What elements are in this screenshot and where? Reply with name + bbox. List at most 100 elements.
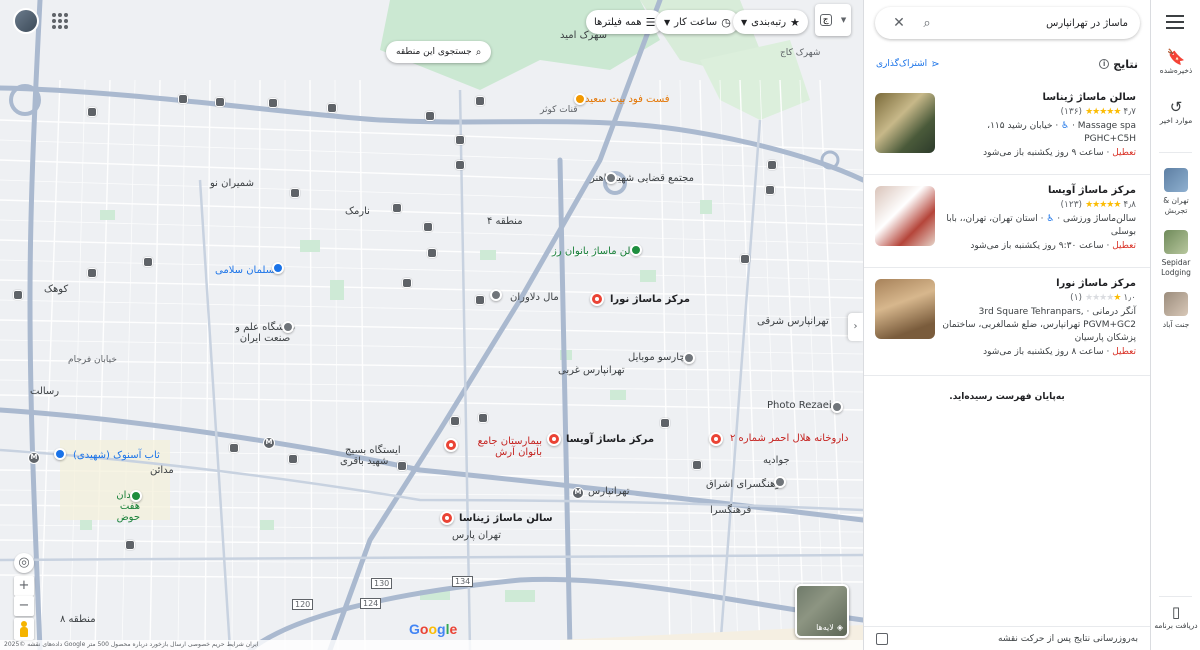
info-icon[interactable]: i: [1099, 59, 1110, 69]
search-this-area-button[interactable]: ⌕ جستجوی این منطقه: [386, 41, 492, 63]
result-pin-nora[interactable]: [590, 292, 604, 306]
bus-stop[interactable]: [125, 540, 135, 550]
university-pin-icon[interactable]: [282, 321, 294, 333]
map-label-javadie: جوادیه: [763, 455, 790, 466]
review-count: (۱): [1070, 293, 1083, 303]
bus-stop[interactable]: [475, 96, 485, 106]
map-label-hospital: بیمارستان جامع بانوان آرش: [477, 436, 542, 458]
bus-stop[interactable]: [765, 185, 775, 195]
result-pin-avisa[interactable]: [547, 432, 561, 446]
bus-stop[interactable]: [478, 413, 488, 423]
maps-app: شهرک امید شهرک کاج شمیران نو نارمک منطقه…: [0, 0, 1200, 650]
pharmacy-pin-icon[interactable]: [709, 432, 723, 446]
rail-saved[interactable]: 🔖 ذخیره‌شده: [1151, 50, 1200, 76]
poi-pin-icon[interactable]: [831, 401, 843, 413]
bus-stop[interactable]: [660, 418, 670, 428]
bus-stop[interactable]: [740, 254, 750, 264]
rail-get-app[interactable]: ▯ دریافت برنامه: [1151, 605, 1200, 631]
bus-stop[interactable]: [425, 111, 435, 121]
metro-station-icon[interactable]: M: [263, 437, 275, 449]
search-icon: ⌕: [475, 46, 482, 58]
poi-pin-icon[interactable]: [683, 352, 695, 364]
bus-stop[interactable]: [229, 443, 239, 453]
mall-pin-icon[interactable]: [272, 262, 284, 274]
bus-stop[interactable]: [427, 248, 437, 258]
map-canvas[interactable]: شهرک امید شهرک کاج شمیران نو نارمک منطقه…: [0, 0, 863, 650]
fastfood-pin-icon[interactable]: [574, 93, 586, 105]
search-box: ⌕ ✕: [875, 7, 1140, 39]
bus-stop[interactable]: [87, 107, 97, 117]
bus-stop[interactable]: [288, 454, 298, 464]
hospital-pin-icon[interactable]: [444, 438, 458, 452]
bus-stop[interactable]: [87, 268, 97, 278]
clock-icon: ◷: [721, 15, 731, 29]
result-pin-zhinasa[interactable]: [440, 511, 454, 525]
bus-stop[interactable]: [290, 188, 300, 198]
bus-stop[interactable]: [767, 160, 777, 170]
bus-stop[interactable]: [397, 461, 407, 471]
result-photo[interactable]: [875, 93, 935, 153]
layers-button[interactable]: ◈ لایه‌ها: [795, 584, 849, 638]
rating-chip[interactable]: ★ رتبه‌بندی ▼: [733, 10, 808, 34]
bus-stop[interactable]: [392, 203, 402, 213]
bus-stop[interactable]: [455, 135, 465, 145]
layers-label: لایه‌ها: [816, 623, 834, 632]
my-location-button[interactable]: ◎: [14, 553, 34, 573]
bus-stop[interactable]: [178, 94, 188, 104]
search-input[interactable]: [939, 17, 1128, 29]
salon-banovan-pin-icon[interactable]: [630, 244, 642, 256]
update-results-checkbox[interactable]: [876, 632, 888, 645]
poi-pin-icon[interactable]: [774, 476, 786, 488]
collapse-panel-button[interactable]: ›: [848, 313, 863, 341]
rail-tehran-exp[interactable]: تهران & تجربش: [1151, 168, 1200, 216]
metro-station-icon[interactable]: M: [572, 487, 584, 499]
apps-grid-icon[interactable]: [52, 13, 68, 29]
transport-layer-chip[interactable]: ج ▼: [815, 4, 851, 36]
haft-hoz-pin-icon[interactable]: [130, 490, 142, 502]
result-card[interactable]: مرکز ماساژ آویسا ۴٫۸ ★★★★★ (۱۲۳) سالن‌ما…: [864, 175, 1150, 268]
rail-jannat[interactable]: جنت آباد: [1151, 292, 1200, 330]
result-photo[interactable]: [875, 186, 935, 246]
bus-stop[interactable]: [327, 103, 337, 113]
result-name[interactable]: مرکز ماساژ آویسا: [938, 185, 1136, 196]
bus-stop[interactable]: [143, 257, 153, 267]
pegman-icon[interactable]: [14, 618, 34, 640]
zoom-out-button[interactable]: −: [14, 596, 34, 616]
bus-stop[interactable]: [215, 97, 225, 107]
zoom-in-button[interactable]: +: [14, 576, 34, 596]
tab-asnook-pin-icon[interactable]: [54, 448, 66, 460]
all-filters-chip[interactable]: ☰ همه فیلترها: [586, 10, 664, 34]
avatar[interactable]: [13, 8, 39, 34]
map-label-salam-mall: مسلمان سلامی: [215, 265, 280, 276]
metro-station-icon[interactable]: M: [28, 452, 40, 464]
rating-stars-icon: ★★★★★: [1085, 293, 1121, 303]
bus-stop[interactable]: [268, 98, 278, 108]
bus-stop[interactable]: [423, 222, 433, 232]
bus-stop[interactable]: [455, 160, 465, 170]
bus-stop[interactable]: [402, 278, 412, 288]
result-name[interactable]: سالن ماساژ ژیناسا: [938, 92, 1136, 103]
status-closed: تعطیل: [1112, 347, 1136, 357]
rail-sepidar[interactable]: Sepidar Lodging: [1151, 230, 1200, 278]
map-label-shahrak-kaj: شهرک کاج: [780, 48, 821, 58]
bus-stop[interactable]: [692, 460, 702, 470]
result-card[interactable]: مرکز ماساژ نورا ۱٫۰ ★★★★★ (۱) آنگر درمان…: [864, 268, 1150, 376]
share-button[interactable]: ⋖ اشتراک‌گذاری: [876, 59, 940, 70]
crosshair-icon: ◎: [18, 555, 30, 570]
result-card[interactable]: سالن ماساژ ژیناسا ۴٫۷ ★★★★★ (۱۳۶) Massag…: [864, 82, 1150, 175]
bus-stop[interactable]: [13, 290, 23, 300]
bus-stop[interactable]: [450, 416, 460, 426]
rail-recent[interactable]: ↺ موارد اخیر: [1151, 100, 1200, 126]
result-name[interactable]: مرکز ماساژ نورا: [938, 278, 1136, 289]
close-icon[interactable]: ✕: [887, 15, 911, 31]
menu-icon[interactable]: [1166, 15, 1184, 29]
bus-stop[interactable]: [475, 295, 485, 305]
map-label-shahran-no: شمیران نو: [210, 178, 254, 189]
result-photo[interactable]: [875, 279, 935, 339]
caret-down-icon: ▼: [741, 17, 748, 27]
search-icon[interactable]: ⌕: [915, 16, 939, 31]
poi-pin-icon[interactable]: [605, 172, 617, 184]
result-category: سالن‌ماساژ ورزشی: [1062, 214, 1136, 224]
mall-pin-icon[interactable]: [490, 289, 502, 301]
hours-chip[interactable]: ◷ ساعت کار ▼: [656, 10, 739, 34]
